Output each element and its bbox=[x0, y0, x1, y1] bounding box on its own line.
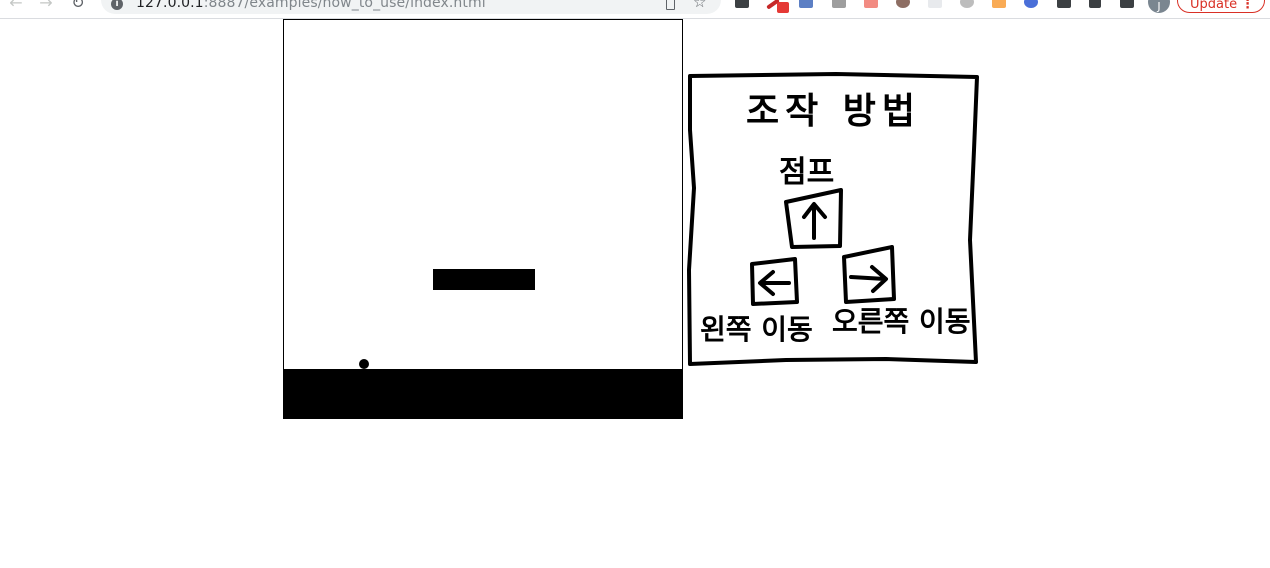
extension-icon-6[interactable] bbox=[896, 0, 910, 8]
up-arrow-icon bbox=[802, 202, 827, 240]
url-path: :8887/examples/how_to_use/index.html bbox=[203, 0, 486, 11]
right-arrow-icon bbox=[849, 265, 888, 293]
page-info-icon[interactable] bbox=[666, 0, 675, 10]
reload-icon[interactable]: ↻ bbox=[68, 0, 88, 13]
controls-guide-image: 조작 방법 점프 왼쪽 이동 오른쪽 이동 bbox=[686, 70, 982, 368]
url-host: 127.0.0.1 bbox=[136, 0, 204, 11]
game-canvas[interactable] bbox=[283, 19, 683, 419]
extension-icon-9[interactable] bbox=[992, 0, 1006, 8]
bookmark-star-icon[interactable]: ☆ bbox=[693, 0, 706, 10]
move-left-label: 왼쪽 이동 bbox=[700, 313, 813, 346]
update-button[interactable]: Update ⋮ bbox=[1177, 0, 1265, 13]
move-right-label: 오른쪽 이동 bbox=[832, 305, 971, 338]
site-info-icon[interactable]: i bbox=[111, 0, 123, 10]
player-ball bbox=[359, 359, 369, 369]
address-bar[interactable]: i 127.0.0.1:8887/examples/how_to_use/ind… bbox=[101, 0, 721, 14]
extension-icon-1[interactable] bbox=[735, 0, 749, 8]
extension-icon-8[interactable] bbox=[960, 0, 974, 8]
ground-floor bbox=[283, 369, 683, 419]
extension-icon-3[interactable] bbox=[799, 0, 813, 8]
address-url[interactable]: 127.0.0.1:8887/examples/how_to_use/index… bbox=[136, 0, 486, 11]
media-control-icon[interactable] bbox=[1089, 0, 1101, 8]
extension-icon-5[interactable] bbox=[864, 0, 878, 8]
left-arrow-icon bbox=[758, 270, 791, 296]
profile-avatar[interactable]: J bbox=[1148, 0, 1170, 13]
guide-title: 조작 방법 bbox=[746, 91, 922, 132]
extension-icon-7[interactable] bbox=[928, 0, 942, 8]
right-key-box bbox=[842, 245, 896, 304]
extensions-puzzle-icon[interactable] bbox=[1057, 0, 1071, 8]
side-panel-icon[interactable] bbox=[1120, 0, 1134, 8]
chrome-menu-icon[interactable]: ⋮ bbox=[1241, 0, 1254, 18]
back-arrow-icon[interactable]: ← bbox=[6, 0, 26, 13]
extension-icon-10[interactable] bbox=[1024, 0, 1038, 8]
jump-label: 점프 bbox=[779, 155, 835, 190]
forward-arrow-icon[interactable]: → bbox=[36, 0, 56, 13]
floating-platform bbox=[433, 269, 535, 290]
browser-toolbar: ← → ↻ i 127.0.0.1:8887/examples/how_to_u… bbox=[0, 0, 1270, 19]
extension-badge-icon bbox=[777, 2, 789, 13]
extension-icon-4[interactable] bbox=[832, 0, 846, 8]
update-button-label: Update bbox=[1190, 0, 1238, 12]
